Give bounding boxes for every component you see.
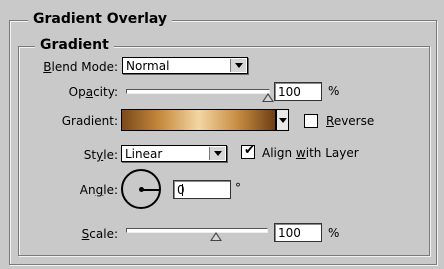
opacity-label: Opacity:: [68, 85, 118, 99]
blend-mode-label: Blend Mode:: [43, 60, 118, 74]
scale-slider-thumb[interactable]: [210, 232, 222, 241]
angle-value: 0: [177, 183, 185, 197]
chevron-down-icon: [209, 147, 225, 160]
align-with-layer-label: Align with Layer: [262, 146, 359, 160]
angle-unit: °: [235, 181, 241, 195]
angle-label: Angle:: [79, 183, 118, 197]
gradient-label: Gradient:: [61, 114, 118, 128]
style-select[interactable]: Linear: [121, 145, 227, 162]
style-value: Linear: [125, 147, 163, 161]
opacity-slider-track[interactable]: [126, 89, 270, 94]
scale-input[interactable]: 100: [274, 223, 322, 242]
gradient-picker-arrow-icon[interactable]: [276, 109, 289, 131]
angle-dial-hand: [142, 189, 160, 191]
scale-unit: %: [328, 226, 340, 240]
opacity-slider-thumb[interactable]: [262, 93, 274, 102]
angle-input[interactable]: 0: [173, 180, 231, 199]
blend-mode-select[interactable]: Normal: [122, 57, 248, 74]
angle-dial[interactable]: [121, 169, 161, 209]
section-title: Gradient Overlay: [28, 11, 173, 27]
gradient-overlay-panel: Gradient Overlay Gradient Blend Mode: No…: [0, 0, 444, 269]
angle-dial-center: [139, 187, 144, 192]
checkmark-icon: ✔: [244, 143, 255, 158]
scale-label: Scale:: [81, 227, 118, 241]
gradient-swatch[interactable]: [121, 109, 276, 131]
text-caret: [182, 184, 183, 196]
subsection-title: Gradient: [35, 37, 114, 53]
blend-mode-value: Normal: [126, 59, 170, 73]
chevron-down-icon: [230, 59, 246, 72]
opacity-input[interactable]: 100: [274, 82, 322, 101]
reverse-label: Reverse: [326, 114, 375, 128]
align-with-layer-checkbox[interactable]: ✔: [241, 143, 255, 159]
reverse-checkbox[interactable]: [304, 114, 318, 128]
scale-slider-track[interactable]: [126, 228, 268, 233]
opacity-unit: %: [328, 84, 340, 98]
style-label: Style:: [83, 148, 118, 162]
